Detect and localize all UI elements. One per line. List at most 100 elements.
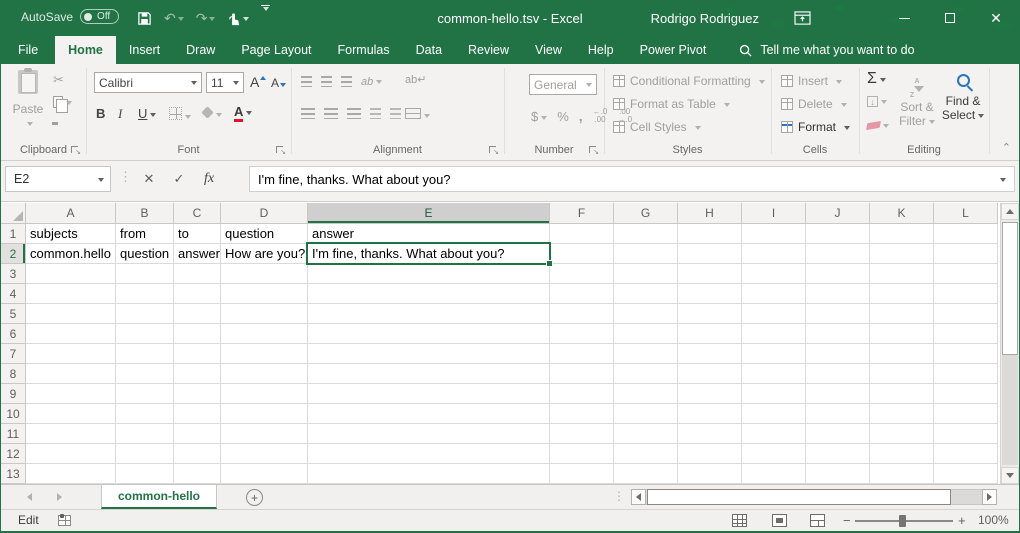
tab-help[interactable]: Help: [575, 36, 627, 64]
cell-E10[interactable]: [308, 404, 550, 424]
redo-button[interactable]: ↷: [192, 5, 220, 31]
cell-F13[interactable]: [550, 464, 614, 484]
cell-D5[interactable]: [221, 304, 308, 324]
row-header-9[interactable]: 9: [1, 384, 26, 404]
find-select-button[interactable]: Find &Select: [941, 72, 985, 122]
cell-B9[interactable]: [116, 384, 174, 404]
cell-I5[interactable]: [742, 304, 806, 324]
cell-H7[interactable]: [678, 344, 742, 364]
merge-center-dropdown-icon[interactable]: [424, 114, 430, 121]
cell-G9[interactable]: [614, 384, 678, 404]
cell-I6[interactable]: [742, 324, 806, 344]
center-button[interactable]: [324, 108, 338, 119]
cell-J12[interactable]: [806, 444, 870, 464]
cell-I7[interactable]: [742, 344, 806, 364]
cell-H11[interactable]: [678, 424, 742, 444]
cell-I1[interactable]: [742, 224, 806, 244]
cell-D8[interactable]: [221, 364, 308, 384]
italic-button[interactable]: I: [118, 106, 122, 122]
format-cells-button[interactable]: Format: [781, 120, 850, 134]
cell-F9[interactable]: [550, 384, 614, 404]
cell-B10[interactable]: [116, 404, 174, 424]
middle-align-button[interactable]: [321, 76, 332, 87]
maximize-button[interactable]: [927, 0, 973, 36]
cell-F11[interactable]: [550, 424, 614, 444]
orientation-button[interactable]: ab: [361, 74, 382, 88]
cell-C11[interactable]: [174, 424, 221, 444]
cell-L8[interactable]: [934, 364, 998, 384]
cell-J10[interactable]: [806, 404, 870, 424]
clear-dropdown-icon[interactable]: [883, 124, 889, 131]
cell-G2[interactable]: [614, 244, 678, 264]
cell-F4[interactable]: [550, 284, 614, 304]
cell-E9[interactable]: [308, 384, 550, 404]
cell-C7[interactable]: [174, 344, 221, 364]
cell-G3[interactable]: [614, 264, 678, 284]
touch-mouse-mode-button[interactable]: [223, 5, 253, 31]
accounting-format-button[interactable]: $: [531, 109, 547, 124]
vertical-scrollbar[interactable]: [1000, 203, 1019, 484]
fill-color-button[interactable]: [202, 107, 222, 121]
cell-H1[interactable]: [678, 224, 742, 244]
tab-file[interactable]: File: [1, 36, 55, 64]
cell-G8[interactable]: [614, 364, 678, 384]
top-align-button[interactable]: [301, 76, 312, 87]
cell-J6[interactable]: [806, 324, 870, 344]
cell-K6[interactable]: [870, 324, 934, 344]
cell-K5[interactable]: [870, 304, 934, 324]
cell-K2[interactable]: [870, 244, 934, 264]
cell-J8[interactable]: [806, 364, 870, 384]
cell-G4[interactable]: [614, 284, 678, 304]
cell-D6[interactable]: [221, 324, 308, 344]
cell-H9[interactable]: [678, 384, 742, 404]
cell-L6[interactable]: [934, 324, 998, 344]
tab-insert[interactable]: Insert: [116, 36, 173, 64]
redo-dropdown-icon[interactable]: [209, 17, 215, 24]
cell-G7[interactable]: [614, 344, 678, 364]
fill-dropdown-icon[interactable]: [881, 100, 887, 107]
column-header-A[interactable]: A: [26, 203, 116, 224]
cell-D9[interactable]: [221, 384, 308, 404]
column-header-C[interactable]: C: [174, 203, 221, 224]
cell-L11[interactable]: [934, 424, 998, 444]
prev-sheet-button[interactable]: [19, 485, 40, 509]
increase-indent-button[interactable]: [390, 108, 401, 119]
cell-A10[interactable]: [26, 404, 116, 424]
cell-I11[interactable]: [742, 424, 806, 444]
cell-F10[interactable]: [550, 404, 614, 424]
cell-F2[interactable]: [550, 244, 614, 264]
cell-C3[interactable]: [174, 264, 221, 284]
cell-D2[interactable]: How are you?: [221, 244, 308, 264]
autosum-dropdown-icon[interactable]: [880, 78, 886, 85]
cell-H4[interactable]: [678, 284, 742, 304]
cell-L9[interactable]: [934, 384, 998, 404]
cell-D12[interactable]: [221, 444, 308, 464]
expand-formula-bar-icon[interactable]: [1000, 178, 1006, 185]
minimize-button[interactable]: [881, 0, 927, 36]
zoom-slider-thumb[interactable]: [899, 515, 906, 527]
cell-J13[interactable]: [806, 464, 870, 484]
undo-dropdown-icon[interactable]: [178, 17, 184, 24]
scroll-right-button[interactable]: [982, 489, 997, 505]
tab-home[interactable]: Home: [55, 36, 116, 64]
normal-view-button[interactable]: [732, 514, 747, 527]
font-color-dropdown-icon[interactable]: [246, 111, 252, 118]
format-as-table-button[interactable]: Format as Table: [613, 97, 730, 111]
cell-F8[interactable]: [550, 364, 614, 384]
wrap-text-button[interactable]: ab↵: [405, 72, 426, 86]
column-header-B[interactable]: B: [116, 203, 174, 224]
cell-E11[interactable]: [308, 424, 550, 444]
insert-cells-button[interactable]: Insert: [781, 74, 842, 88]
number-format-combo[interactable]: General: [529, 74, 597, 95]
cell-G13[interactable]: [614, 464, 678, 484]
cell-I12[interactable]: [742, 444, 806, 464]
cell-A6[interactable]: [26, 324, 116, 344]
cell-K12[interactable]: [870, 444, 934, 464]
accounting-dropdown-icon[interactable]: [541, 116, 547, 123]
cell-E2[interactable]: I'm fine, thanks. What about you?: [308, 244, 550, 264]
zoom-in-button[interactable]: +: [958, 513, 966, 528]
row-header-7[interactable]: 7: [1, 344, 26, 364]
row-header-10[interactable]: 10: [1, 404, 26, 424]
cell-J4[interactable]: [806, 284, 870, 304]
cell-L7[interactable]: [934, 344, 998, 364]
